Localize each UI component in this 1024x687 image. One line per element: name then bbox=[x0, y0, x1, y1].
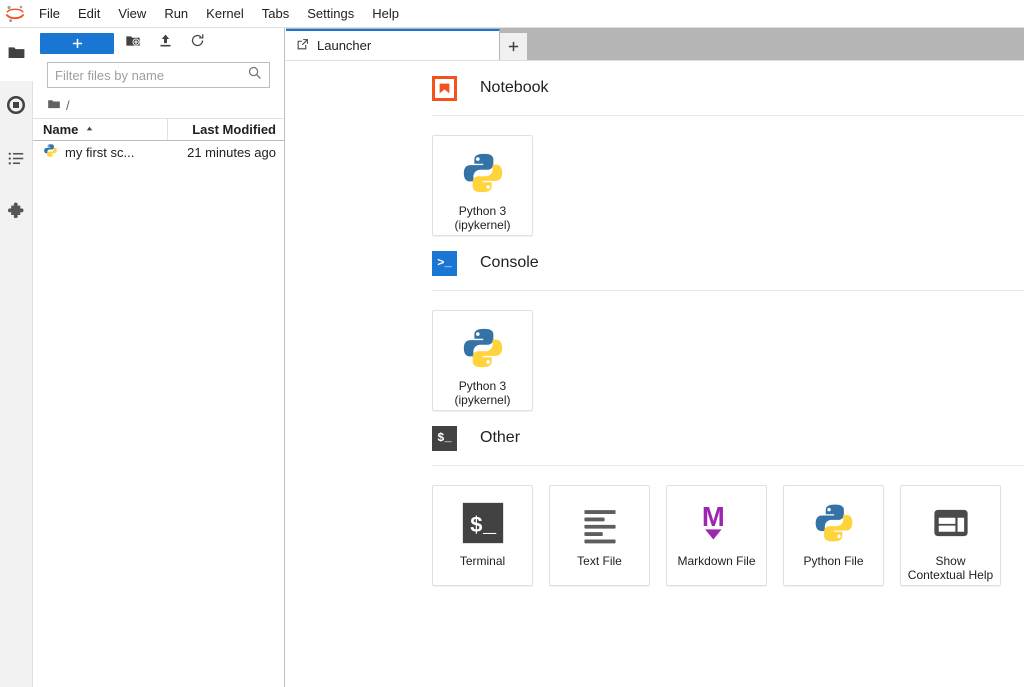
main-area: Launcher Notebook Python 3 (ipykernel) >… bbox=[286, 28, 1024, 687]
section-header-other: $_ Other bbox=[286, 411, 1024, 465]
menu-item-settings[interactable]: Settings bbox=[298, 0, 363, 28]
section-header-notebook: Notebook bbox=[286, 61, 1024, 115]
card-label: Text File bbox=[577, 554, 622, 568]
menu-item-file[interactable]: File bbox=[30, 0, 69, 28]
running-circle-icon bbox=[6, 95, 26, 120]
new-folder-button[interactable] bbox=[120, 31, 146, 55]
file-name-label: my first sc... bbox=[65, 144, 135, 160]
sidebar-item-command-palette[interactable] bbox=[0, 134, 32, 187]
card-label: Python File bbox=[803, 554, 864, 568]
launcher-card-python3-console[interactable]: Python 3 (ipykernel) bbox=[432, 310, 533, 411]
python-logo-icon bbox=[812, 499, 856, 547]
launcher-card-python3-notebook[interactable]: Python 3 (ipykernel) bbox=[432, 135, 533, 236]
file-last-modified-label: 21 minutes ago bbox=[187, 144, 276, 160]
menu-item-kernel[interactable]: Kernel bbox=[197, 0, 253, 28]
launcher-section-notebook: Notebook Python 3 (ipykernel) bbox=[286, 61, 1024, 236]
sidebar-item-file-browser[interactable] bbox=[0, 28, 33, 81]
new-folder-icon bbox=[125, 33, 141, 54]
menu-item-tabs[interactable]: Tabs bbox=[253, 0, 298, 28]
card-row-other: $_ Terminal Text File M Markdown File Py… bbox=[286, 466, 1024, 586]
launcher-panel: Notebook Python 3 (ipykernel) >_ Console… bbox=[286, 60, 1024, 687]
section-header-console: >_ Console bbox=[286, 236, 1024, 290]
menu-item-list: File Edit View Run Kernel Tabs Settings … bbox=[30, 0, 408, 28]
column-header-last-modified[interactable]: Last Modified bbox=[168, 122, 284, 137]
upload-button[interactable] bbox=[152, 31, 178, 55]
add-tab-button[interactable] bbox=[500, 33, 528, 60]
breadcrumb[interactable]: / bbox=[33, 92, 284, 118]
puzzle-piece-icon bbox=[6, 201, 26, 226]
tab-bar: Launcher bbox=[286, 28, 1024, 60]
svg-text:M: M bbox=[701, 501, 724, 532]
sidebar-item-extension-manager[interactable] bbox=[0, 187, 32, 240]
markdown-m-icon: M bbox=[695, 499, 739, 547]
card-label: Terminal bbox=[459, 554, 506, 568]
refresh-icon bbox=[190, 33, 205, 53]
console-prompt-icon: >_ bbox=[432, 250, 457, 276]
terminal-dollar-icon: $_ bbox=[461, 499, 505, 547]
menu-bar: File Edit View Run Kernel Tabs Settings … bbox=[0, 0, 1024, 28]
terminal-dollar-icon: $_ bbox=[432, 425, 457, 451]
file-filter-box[interactable] bbox=[47, 62, 270, 88]
text-lines-icon bbox=[578, 499, 622, 547]
launcher-card-show-contextual-help[interactable]: Show Contextual Help bbox=[900, 485, 1001, 586]
python-file-icon bbox=[43, 143, 58, 161]
refresh-button[interactable] bbox=[184, 31, 210, 55]
search-input[interactable] bbox=[55, 67, 247, 83]
launcher-section-other: $_ Other $_ Terminal Text File M Markdow… bbox=[286, 411, 1024, 586]
breadcrumb-path: / bbox=[66, 97, 70, 113]
card-label: Show Contextual Help bbox=[907, 554, 994, 582]
new-launcher-button[interactable] bbox=[40, 32, 114, 54]
tab-launcher[interactable]: Launcher bbox=[286, 29, 500, 60]
file-name-cell: my first sc... bbox=[33, 143, 168, 161]
svg-text:$_: $_ bbox=[469, 513, 496, 538]
activity-bar bbox=[0, 28, 33, 687]
file-filter-wrapper bbox=[33, 58, 284, 88]
sidebar-item-running-sessions[interactable] bbox=[0, 81, 32, 134]
plus-icon bbox=[72, 38, 82, 48]
launcher-card-terminal[interactable]: $_ Terminal bbox=[432, 485, 533, 586]
search-icon bbox=[247, 65, 262, 85]
tab-label: Launcher bbox=[317, 38, 372, 53]
notebook-bookmark-icon bbox=[432, 75, 457, 101]
column-header-name-label: Name bbox=[43, 122, 79, 137]
file-list: my first sc... 21 minutes ago bbox=[33, 141, 284, 687]
column-header-name[interactable]: Name bbox=[33, 119, 168, 140]
upload-icon bbox=[158, 33, 173, 53]
menu-item-help[interactable]: Help bbox=[363, 0, 408, 28]
launcher-icon bbox=[296, 38, 309, 54]
card-row-console: Python 3 (ipykernel) bbox=[286, 291, 1024, 411]
card-label: Python 3 (ipykernel) bbox=[454, 204, 511, 232]
card-row-notebook: Python 3 (ipykernel) bbox=[286, 116, 1024, 236]
jupyter-logo-icon bbox=[0, 0, 30, 28]
folder-icon bbox=[7, 43, 26, 67]
file-browser-toolbar bbox=[33, 28, 284, 58]
contextual-help-panels-icon bbox=[930, 499, 972, 547]
launcher-card-markdown-file[interactable]: M Markdown File bbox=[666, 485, 767, 586]
launcher-section-console: >_ Console Python 3 (ipykernel) bbox=[286, 236, 1024, 411]
folder-icon bbox=[47, 97, 61, 114]
python-logo-icon bbox=[460, 324, 506, 372]
list-item[interactable]: my first sc... 21 minutes ago bbox=[33, 141, 284, 163]
file-browser-panel: / Name Last Modified my first s bbox=[33, 28, 285, 687]
menu-item-edit[interactable]: Edit bbox=[69, 0, 109, 28]
section-title: Console bbox=[480, 254, 539, 271]
plus-icon bbox=[508, 41, 519, 52]
card-label: Python 3 (ipykernel) bbox=[454, 379, 511, 407]
card-label: Markdown File bbox=[677, 554, 756, 568]
file-list-header: Name Last Modified bbox=[33, 118, 284, 141]
section-title: Notebook bbox=[480, 79, 549, 96]
caret-up-icon bbox=[84, 122, 95, 137]
python-logo-icon bbox=[460, 149, 506, 197]
list-icon bbox=[7, 149, 26, 173]
launcher-card-python-file[interactable]: Python File bbox=[783, 485, 884, 586]
menu-item-view[interactable]: View bbox=[109, 0, 155, 28]
menu-item-run[interactable]: Run bbox=[155, 0, 197, 28]
section-title: Other bbox=[480, 429, 521, 446]
launcher-card-text-file[interactable]: Text File bbox=[549, 485, 650, 586]
